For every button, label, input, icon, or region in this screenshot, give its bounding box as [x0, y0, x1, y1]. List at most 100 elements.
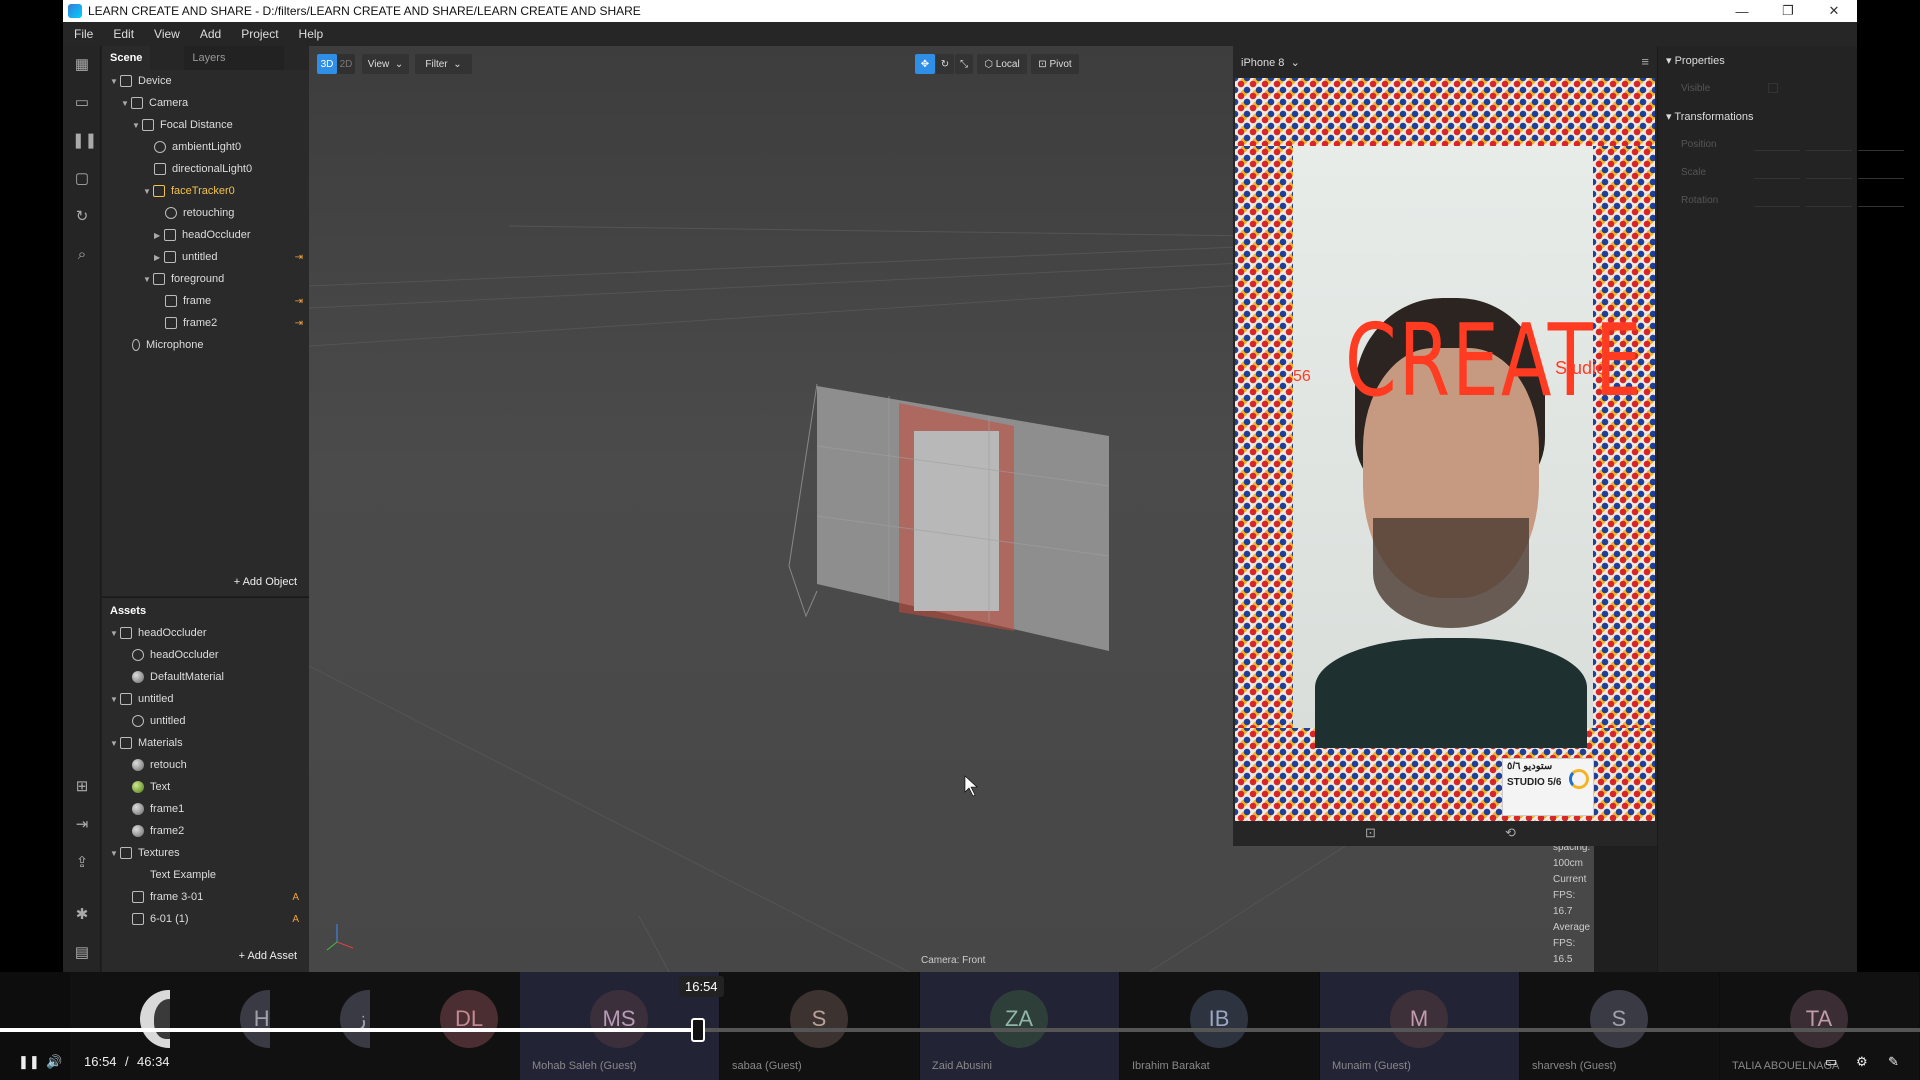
progress-bar[interactable]: [0, 1028, 1920, 1032]
scene-item-untitled[interactable]: ▶ untitled ⇥: [102, 246, 309, 268]
chevron-right-icon[interactable]: ▶: [154, 253, 164, 262]
device-icon[interactable]: ▢: [72, 170, 92, 188]
chevron-down-icon[interactable]: ▼: [143, 275, 153, 284]
chevron-down-icon[interactable]: ▼: [121, 99, 131, 108]
scene-item-head-occluder[interactable]: ▶ headOccluder: [102, 224, 309, 246]
scale-fields[interactable]: [1754, 165, 1904, 179]
rotation-z[interactable]: [1858, 193, 1904, 207]
scene-item-directional-light[interactable]: directionalLight0: [102, 158, 309, 180]
minimize-button[interactable]: —: [1719, 4, 1765, 19]
scene-item-camera[interactable]: ▼ Camera: [102, 92, 309, 114]
asset-item-head-occluder-mesh[interactable]: headOccluder: [102, 644, 309, 666]
volume-icon[interactable]: 🔊: [46, 1054, 62, 1070]
position-x[interactable]: [1754, 137, 1800, 151]
mesh-icon: [132, 715, 144, 727]
mode-2d-button[interactable]: 2D: [337, 54, 355, 74]
menu-project[interactable]: Project: [230, 27, 287, 41]
bug-icon[interactable]: ✱: [72, 906, 92, 924]
rotation-y[interactable]: [1806, 193, 1852, 207]
menu-add[interactable]: Add: [189, 27, 230, 41]
layout-icon[interactable]: ▦: [72, 56, 92, 74]
menu-file[interactable]: File: [63, 27, 102, 41]
asset-item-frame2[interactable]: frame2: [102, 820, 309, 842]
asset-item-default-material[interactable]: DefaultMaterial: [102, 666, 309, 688]
video-icon[interactable]: ▭: [72, 94, 92, 112]
avatar: ZA: [990, 990, 1048, 1048]
mode-3d-button[interactable]: 3D: [317, 54, 337, 74]
tab-scene[interactable]: Scene: [102, 46, 151, 70]
scale-x[interactable]: [1754, 165, 1800, 179]
chevron-down-icon[interactable]: ▼: [110, 849, 120, 858]
hamburger-menu-icon[interactable]: ≡: [1641, 54, 1649, 69]
asset-item-head-occluder-folder[interactable]: ▼ headOccluder: [102, 622, 309, 644]
add-asset-button[interactable]: + Add Asset: [239, 950, 297, 962]
pause-icon[interactable]: ❚❚: [18, 1054, 40, 1070]
rotation-fields[interactable]: [1754, 193, 1904, 207]
pin-icon[interactable]: ✎: [1888, 1054, 1899, 1070]
simulator-screen[interactable]: CREATE 56 Studio ستوديو ٥/٦ STUDIO 5/6: [1235, 78, 1655, 821]
rotate-device-icon[interactable]: ⟲: [1505, 825, 1516, 841]
menu-help[interactable]: Help: [288, 27, 333, 41]
add-object-button[interactable]: + Add Object: [234, 576, 297, 588]
progress-knob[interactable]: [691, 1018, 705, 1042]
settings-gear-icon[interactable]: ⚙: [1856, 1054, 1868, 1070]
visible-checkbox[interactable]: [1768, 83, 1778, 93]
local-toggle[interactable]: ⬡ Local: [977, 54, 1027, 74]
asset-item-label: Text Example: [150, 869, 217, 881]
position-y[interactable]: [1806, 137, 1852, 151]
scene-item-retouching[interactable]: retouching: [102, 202, 309, 224]
refresh-icon[interactable]: ↻: [72, 208, 92, 226]
asset-item-materials-folder[interactable]: ▼ Materials: [102, 732, 309, 754]
asset-item-text-example[interactable]: Text Example: [102, 864, 309, 886]
close-button[interactable]: ✕: [1811, 3, 1857, 19]
asset-item-frame1[interactable]: frame1: [102, 798, 309, 820]
folder-add-icon[interactable]: ⊞: [72, 778, 92, 796]
device-dropdown[interactable]: iPhone 8 ⌄: [1241, 56, 1300, 69]
chevron-down-icon[interactable]: ▼: [110, 77, 120, 86]
filter-dropdown[interactable]: Filter ⌄: [415, 54, 472, 74]
pivot-toggle[interactable]: ⊡ Pivot: [1031, 54, 1079, 74]
move-icon[interactable]: ✥: [915, 54, 935, 74]
asset-item-frame-3-01[interactable]: frame 3-01 A: [102, 886, 309, 908]
rotate-icon[interactable]: ↻: [936, 54, 954, 74]
scene-item-frame[interactable]: frame ⇥: [102, 290, 309, 312]
console-icon[interactable]: ▤: [72, 944, 92, 962]
menu-edit[interactable]: Edit: [102, 27, 143, 41]
scene-item-face-tracker[interactable]: ▼ faceTracker0: [102, 180, 309, 202]
pause-record-icon[interactable]: ❚❚: [72, 132, 97, 150]
scale-icon[interactable]: ⤡: [955, 54, 973, 74]
scale-y[interactable]: [1806, 165, 1852, 179]
position-fields[interactable]: [1754, 137, 1904, 151]
scene-item-ambient-light[interactable]: ambientLight0: [102, 136, 309, 158]
asset-item-textures-folder[interactable]: ▼ Textures: [102, 842, 309, 864]
tab-layers[interactable]: Layers: [184, 46, 285, 70]
search-icon[interactable]: ⌕: [72, 246, 92, 264]
rotation-x[interactable]: [1754, 193, 1800, 207]
restore-button[interactable]: ❐: [1765, 3, 1811, 19]
asset-item-retouch[interactable]: retouch: [102, 754, 309, 776]
test-on-device-icon[interactable]: ⇥: [72, 816, 92, 834]
asset-item-6-01[interactable]: 6-01 (1) A: [102, 908, 309, 930]
chevron-right-icon[interactable]: ▶: [154, 231, 164, 240]
asset-item-untitled-folder[interactable]: ▼ untitled: [102, 688, 309, 710]
chevron-down-icon[interactable]: ▼: [143, 187, 153, 196]
chevron-down-icon[interactable]: ▼: [132, 121, 142, 130]
scene-item-device[interactable]: ▼ Device: [102, 70, 309, 92]
scene-item-focal-distance[interactable]: ▼ Focal Distance: [102, 114, 309, 136]
screenshot-icon[interactable]: ⊡: [1365, 825, 1376, 841]
chevron-down-icon[interactable]: ▼: [110, 629, 120, 638]
position-z[interactable]: [1858, 137, 1904, 151]
asset-item-untitled-mesh[interactable]: untitled: [102, 710, 309, 732]
scene-item-microphone[interactable]: Microphone: [102, 334, 309, 356]
scene-item-foreground[interactable]: ▼ foreground: [102, 268, 309, 290]
captions-icon[interactable]: ▭: [1825, 1054, 1837, 1070]
menu-view[interactable]: View: [143, 27, 189, 41]
chevron-down-icon[interactable]: ▼: [110, 739, 120, 748]
asset-item-text[interactable]: Text: [102, 776, 309, 798]
scene-item-label: foreground: [171, 273, 225, 285]
upload-icon[interactable]: ⇪: [72, 854, 92, 872]
chevron-down-icon[interactable]: ▼: [110, 695, 120, 704]
scale-z[interactable]: [1858, 165, 1904, 179]
scene-item-frame2[interactable]: frame2 ⇥: [102, 312, 309, 334]
view-dropdown[interactable]: View ⌄: [362, 54, 409, 74]
